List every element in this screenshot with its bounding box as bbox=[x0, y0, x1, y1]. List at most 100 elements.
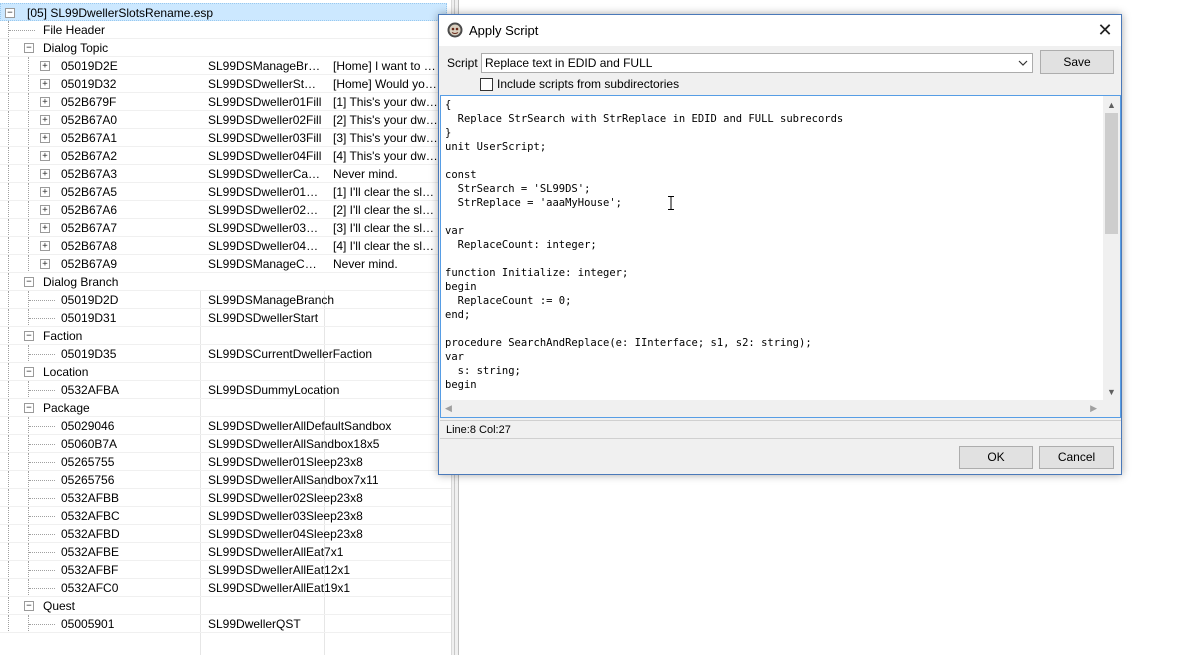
scroll-right-icon[interactable]: ▶ bbox=[1090, 400, 1097, 417]
record-tree[interactable]: − [05] SL99DwellerSlotsRename.esp File H… bbox=[0, 0, 451, 655]
tree-group-row[interactable]: − Dialog Topic bbox=[0, 39, 451, 57]
expand-icon[interactable]: + bbox=[40, 151, 50, 161]
tree-record-row[interactable]: +052B67A9 SL99DSManageCan... Never mind. bbox=[0, 255, 451, 273]
record-label: File Header bbox=[43, 23, 106, 37]
collapse-icon[interactable]: − bbox=[24, 43, 34, 53]
record-name: [2] I'll clear the slot ... bbox=[333, 203, 439, 217]
xedit-app-icon bbox=[447, 22, 463, 38]
collapse-icon[interactable]: − bbox=[5, 8, 15, 18]
tree-group-row[interactable]: − Faction bbox=[0, 327, 451, 345]
tree-line bbox=[29, 624, 55, 625]
dialog-titlebar[interactable]: Apply Script ✕ bbox=[439, 15, 1121, 46]
record-name: [4] I'll clear the slot ... bbox=[333, 239, 439, 253]
horizontal-scrollbar[interactable]: ◀ ▶ bbox=[441, 400, 1105, 417]
editor-id: SL99DSDwellerCancel bbox=[208, 167, 322, 181]
tree-record-row[interactable]: +052B679F SL99DSDweller01Fill [1] This's y… bbox=[0, 93, 451, 111]
close-icon[interactable]: ✕ bbox=[1089, 15, 1121, 46]
editor-id: SL99DSDweller04Fill bbox=[208, 149, 322, 163]
expand-icon[interactable]: + bbox=[40, 241, 50, 251]
tree-record-row[interactable]: +052B67A5 SL99DSDweller01Cl... [1] I'll cl… bbox=[0, 183, 451, 201]
tree-line bbox=[8, 219, 9, 237]
expand-icon[interactable]: + bbox=[40, 61, 50, 71]
collapse-icon[interactable]: − bbox=[24, 331, 34, 341]
form-id: 052B67A9 bbox=[61, 257, 118, 271]
tree-root-plugin[interactable]: − [05] SL99DwellerSlotsRename.esp bbox=[0, 3, 447, 21]
include-subdirs-checkbox[interactable] bbox=[480, 78, 493, 91]
collapse-icon[interactable]: − bbox=[24, 277, 34, 287]
tree-line bbox=[8, 129, 9, 147]
expand-icon[interactable]: + bbox=[40, 205, 50, 215]
tree-record-row[interactable]: 0532AFBE SL99DSDwellerAllEat7x1 bbox=[0, 543, 451, 561]
tree-record-row[interactable]: 0532AFBD SL99DSDweller04Sleep23x8 bbox=[0, 525, 451, 543]
expand-icon[interactable]: + bbox=[40, 259, 50, 269]
tree-record-row[interactable]: 05019D2D SL99DSManageBranch bbox=[0, 291, 451, 309]
tree-record-row[interactable]: +052B67A1 SL99DSDweller03Fill [3] This's y… bbox=[0, 129, 451, 147]
script-code[interactable]: { Replace StrSearch with StrReplace in E… bbox=[445, 98, 843, 392]
tree-line bbox=[8, 381, 9, 399]
tree-line bbox=[8, 471, 9, 489]
vertical-scrollbar[interactable]: ▲ ▼ bbox=[1103, 96, 1120, 401]
collapse-icon[interactable]: − bbox=[24, 601, 34, 611]
tree-line bbox=[8, 201, 9, 219]
form-id: 05019D31 bbox=[61, 311, 117, 325]
tree-line bbox=[29, 498, 55, 499]
tree-record-row[interactable]: +052B67A8 SL99DSDweller04Cl... [4] I'll cl… bbox=[0, 237, 451, 255]
tree-record-row[interactable]: 0532AFBB SL99DSDweller02Sleep23x8 bbox=[0, 489, 451, 507]
save-button[interactable]: Save bbox=[1040, 50, 1114, 74]
row-gridline bbox=[0, 632, 451, 633]
tree-line bbox=[28, 183, 29, 201]
editor-id: SL99DSDweller01Cl... bbox=[208, 185, 322, 199]
script-editor[interactable]: { Replace StrSearch with StrReplace in E… bbox=[440, 95, 1121, 418]
tree-record-row[interactable]: 05265755 SL99DSDweller01Sleep23x8 bbox=[0, 453, 451, 471]
apply-script-dialog: Apply Script ✕ Script Replace text in ED… bbox=[438, 14, 1122, 475]
tree-group-row[interactable]: − Location bbox=[0, 363, 451, 381]
tree-record-row[interactable]: 0532AFBC SL99DSDweller03Sleep23x8 bbox=[0, 507, 451, 525]
tree-record-row[interactable]: 0532AFBF SL99DSDwellerAllEat12x1 bbox=[0, 561, 451, 579]
expand-icon[interactable]: + bbox=[40, 169, 50, 179]
chevron-down-icon[interactable] bbox=[1018, 58, 1028, 68]
tree-record-row[interactable]: 05029046 SL99DSDwellerAllDefaultSandbox bbox=[0, 417, 451, 435]
collapse-icon[interactable]: − bbox=[24, 403, 34, 413]
tree-record-row[interactable]: +052B67A6 SL99DSDweller02Cl... [2] I'll cl… bbox=[0, 201, 451, 219]
include-subdirs-label[interactable]: Include scripts from subdirectories bbox=[497, 77, 679, 92]
form-id: 052B67A5 bbox=[61, 185, 118, 199]
collapse-icon[interactable]: − bbox=[24, 367, 34, 377]
tree-record-row[interactable]: 05265756 SL99DSDwellerAllSandbox7x11 bbox=[0, 471, 451, 489]
expand-icon[interactable]: + bbox=[40, 133, 50, 143]
tree-line bbox=[29, 444, 55, 445]
scroll-up-icon[interactable]: ▲ bbox=[1103, 98, 1120, 112]
script-select[interactable]: Replace text in EDID and FULL bbox=[481, 53, 1033, 73]
tree-record-row[interactable]: +052B67A7 SL99DSDweller03Cl... [3] I'll cl… bbox=[0, 219, 451, 237]
tree-record-row[interactable]: +05019D32 SL99DSDwellerStart... [Home] Wou… bbox=[0, 75, 451, 93]
expand-icon[interactable]: + bbox=[40, 187, 50, 197]
tree-record-row[interactable]: +052B67A3 SL99DSDwellerCancel Never mind. bbox=[0, 165, 451, 183]
expand-icon[interactable]: + bbox=[40, 223, 50, 233]
tree-record-row[interactable]: 0532AFC0 SL99DSDwellerAllEat19x1 bbox=[0, 579, 451, 597]
tree-group-row[interactable]: − Quest bbox=[0, 597, 451, 615]
scroll-down-icon[interactable]: ▼ bbox=[1103, 385, 1120, 399]
tree-record-row[interactable]: 05019D35 SL99DSCurrentDwellerFaction bbox=[0, 345, 451, 363]
tree-record-row[interactable]: 05060B7A SL99DSDwellerAllSandbox18x5 bbox=[0, 435, 451, 453]
editor-id: SL99DSDweller02Fill bbox=[208, 113, 322, 127]
expand-icon[interactable]: + bbox=[40, 79, 50, 89]
form-id: 0532AFBA bbox=[61, 383, 120, 397]
tree-record-row[interactable]: +052B67A0 SL99DSDweller02Fill [2] This's y… bbox=[0, 111, 451, 129]
tree-line bbox=[29, 318, 55, 319]
scroll-left-icon[interactable]: ◀ bbox=[445, 400, 452, 417]
tree-record-row[interactable]: +052B67A2 SL99DSDweller04Fill [4] This's y… bbox=[0, 147, 451, 165]
ok-button[interactable]: OK bbox=[959, 446, 1033, 469]
form-id: 05265755 bbox=[61, 455, 115, 469]
tree-record-row[interactable]: 05005901 SL99DwellerQST bbox=[0, 615, 451, 633]
tree-record-row[interactable]: File Header bbox=[0, 21, 451, 39]
cursor-position: Line:8 Col:27 bbox=[446, 424, 511, 436]
scrollbar-thumb[interactable] bbox=[1105, 113, 1118, 234]
tree-group-row[interactable]: − Dialog Branch bbox=[0, 273, 451, 291]
expand-icon[interactable]: + bbox=[40, 97, 50, 107]
editor-id: SL99DSDwellerAllSandbox7x11 bbox=[208, 473, 379, 487]
expand-icon[interactable]: + bbox=[40, 115, 50, 125]
tree-record-row[interactable]: +05019D2E SL99DSManageBra... [Home] I want… bbox=[0, 57, 451, 75]
tree-record-row[interactable]: 0532AFBA SL99DSDummyLocation bbox=[0, 381, 451, 399]
tree-group-row[interactable]: − Package bbox=[0, 399, 451, 417]
tree-record-row[interactable]: 05019D31 SL99DSDwellerStart bbox=[0, 309, 451, 327]
cancel-button[interactable]: Cancel bbox=[1039, 446, 1114, 469]
